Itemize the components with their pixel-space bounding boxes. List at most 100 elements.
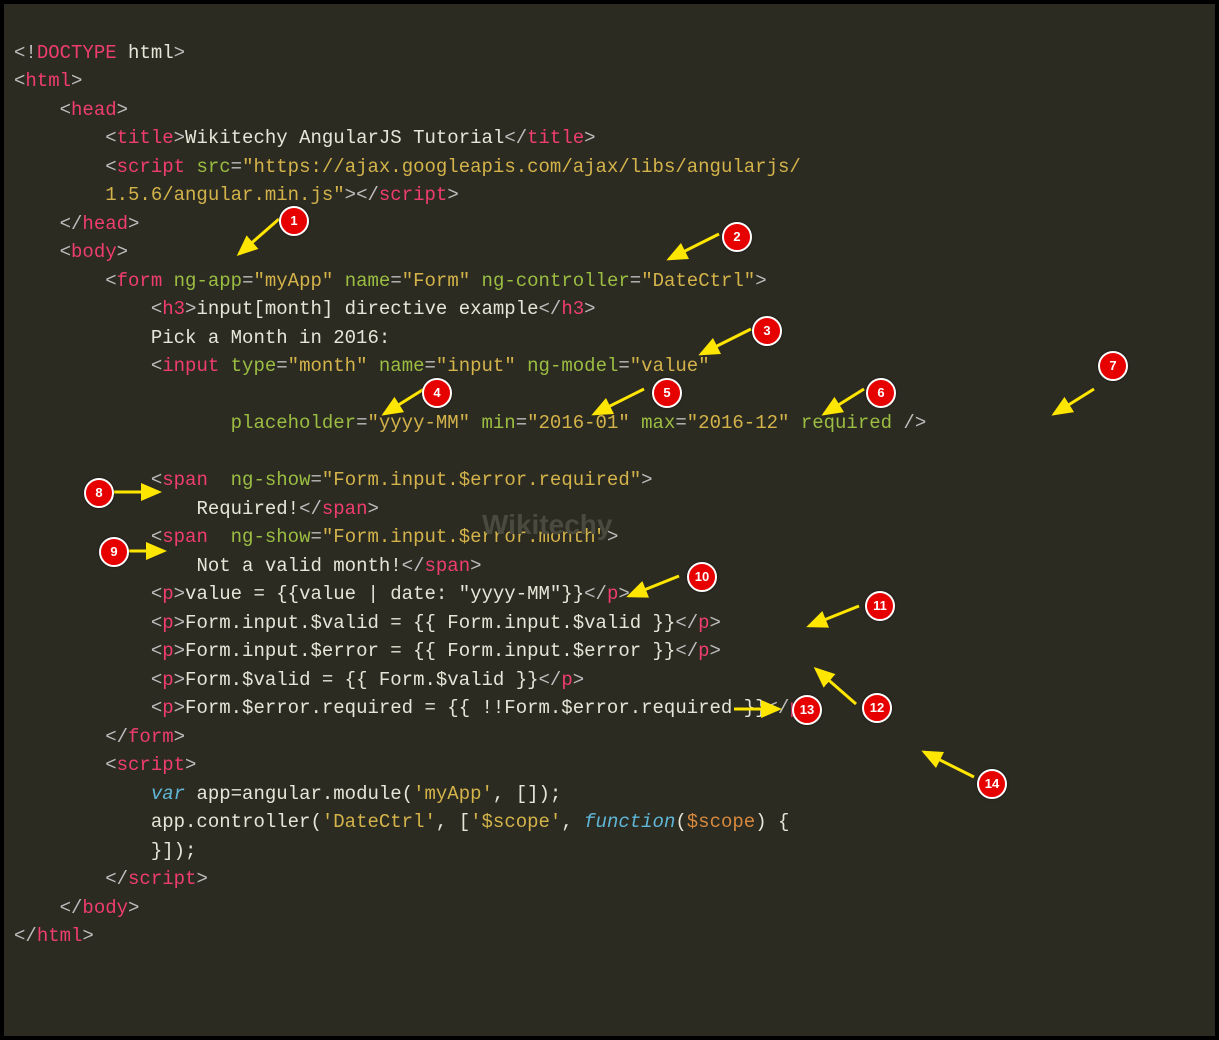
arrow-3 bbox=[691, 324, 761, 364]
script-close: > bbox=[345, 184, 356, 206]
h3-end-tag: h3 bbox=[561, 298, 584, 320]
code-screenshot-frame: <!DOCTYPE html> <html> <head> <title>Wik… bbox=[0, 0, 1219, 1040]
form-end-close: > bbox=[174, 726, 185, 748]
eq: = bbox=[231, 156, 242, 178]
h3-text: input[month] directive example bbox=[196, 298, 538, 320]
script2-end-close: > bbox=[196, 868, 207, 890]
span2-end-close: > bbox=[470, 555, 481, 577]
ngcontroller-val: "DateCtrl" bbox=[641, 270, 755, 292]
doctype-tag: DOCTYPE bbox=[37, 42, 117, 64]
head-open-bracket: < bbox=[60, 99, 71, 121]
title-open: < bbox=[105, 127, 116, 149]
p1-close: > bbox=[174, 583, 185, 605]
function-keyword: function bbox=[584, 811, 675, 833]
title-close: > bbox=[174, 127, 185, 149]
p4-end-tag: p bbox=[561, 669, 572, 691]
input-selfclose: /> bbox=[892, 412, 926, 434]
arrow-7 bbox=[1044, 384, 1104, 424]
arrow-11 bbox=[799, 601, 869, 636]
scope-string: '$scope' bbox=[470, 811, 561, 833]
p2-end-open: </ bbox=[675, 612, 698, 634]
ngapp-attr: ng-app bbox=[174, 270, 242, 292]
type-attr: type bbox=[231, 355, 277, 377]
span1-tag: span bbox=[162, 469, 208, 491]
head-end-close: > bbox=[128, 213, 139, 235]
title-text: Wikitechy AngularJS Tutorial bbox=[185, 127, 504, 149]
body-end-tag: body bbox=[82, 897, 128, 919]
html-close-bracket: > bbox=[71, 70, 82, 92]
arrow-14 bbox=[914, 747, 984, 787]
p4-end-open: </ bbox=[539, 669, 562, 691]
sp bbox=[162, 270, 173, 292]
src-attr: src bbox=[196, 156, 230, 178]
html-end-close: > bbox=[82, 925, 93, 947]
app-text: app=angular.module( bbox=[185, 783, 413, 805]
notvalid-text: Not a valid month! bbox=[196, 555, 401, 577]
form-close: > bbox=[755, 270, 766, 292]
badge-7: 7 bbox=[1098, 351, 1128, 381]
input-tag: input bbox=[162, 355, 219, 377]
controller-text5: ) { bbox=[755, 811, 789, 833]
span1-end-open: </ bbox=[299, 498, 322, 520]
badge-13: 13 bbox=[792, 695, 822, 725]
code-block: <!DOCTYPE html> <html> <head> <title>Wik… bbox=[4, 4, 1215, 957]
script-end-tag: script bbox=[379, 184, 447, 206]
space bbox=[185, 156, 196, 178]
var-keyword: var bbox=[151, 783, 185, 805]
badge-2: 2 bbox=[722, 222, 752, 252]
html-open-bracket: < bbox=[14, 70, 25, 92]
close-text: }]); bbox=[151, 840, 197, 862]
title-tag: title bbox=[117, 127, 174, 149]
body-end-close: > bbox=[128, 897, 139, 919]
html-end-tag: html bbox=[37, 925, 83, 947]
arrow-9 bbox=[124, 541, 174, 561]
controller-text2: , [ bbox=[436, 811, 470, 833]
scope-param: $scope bbox=[687, 811, 755, 833]
eq: = bbox=[630, 270, 641, 292]
body-open: < bbox=[60, 241, 71, 263]
h3-end-open: </ bbox=[539, 298, 562, 320]
p2-tag: p bbox=[162, 612, 173, 634]
p1-tag: p bbox=[162, 583, 173, 605]
body-end-open: </ bbox=[60, 897, 83, 919]
ngapp-val: "myApp" bbox=[253, 270, 333, 292]
sp bbox=[208, 469, 231, 491]
p3-end-tag: p bbox=[698, 640, 709, 662]
eq: = bbox=[390, 270, 401, 292]
p1-end-open: </ bbox=[584, 583, 607, 605]
form-tag: form bbox=[117, 270, 163, 292]
badge-3: 3 bbox=[752, 316, 782, 346]
script2-end-tag: script bbox=[128, 868, 196, 890]
max-val: "2016-12" bbox=[687, 412, 790, 434]
controller-text: app.controller( bbox=[151, 811, 322, 833]
p2-end-close: > bbox=[710, 612, 721, 634]
p5-open: < bbox=[151, 697, 162, 719]
controller-text4: ( bbox=[675, 811, 686, 833]
arrow-8 bbox=[109, 482, 169, 502]
doctype-text: html bbox=[117, 42, 174, 64]
p2-close: > bbox=[174, 612, 185, 634]
badge-11: 11 bbox=[865, 591, 895, 621]
p4-tag: p bbox=[162, 669, 173, 691]
name-val: "Form" bbox=[402, 270, 470, 292]
p2-end-tag: p bbox=[698, 612, 709, 634]
required-text: Required! bbox=[196, 498, 299, 520]
name-val2: "input" bbox=[436, 355, 516, 377]
head-tag: head bbox=[71, 99, 117, 121]
h3-close: > bbox=[185, 298, 196, 320]
head-close-bracket: > bbox=[117, 99, 128, 121]
p1-end-tag: p bbox=[607, 583, 618, 605]
arrow-6 bbox=[814, 384, 874, 424]
script-open: < bbox=[105, 156, 116, 178]
controller-text3: , bbox=[561, 811, 584, 833]
form-end-open: </ bbox=[105, 726, 128, 748]
doctype-close: > bbox=[174, 42, 185, 64]
script2-open: < bbox=[105, 754, 116, 776]
ngcontroller-attr: ng-controller bbox=[482, 270, 630, 292]
title-end-close: > bbox=[584, 127, 595, 149]
ngshow2-attr: ng-show bbox=[231, 526, 311, 548]
head-end-tag: head bbox=[82, 213, 128, 235]
sp bbox=[219, 355, 230, 377]
arrow-13 bbox=[729, 699, 789, 719]
p3-end-open: </ bbox=[675, 640, 698, 662]
